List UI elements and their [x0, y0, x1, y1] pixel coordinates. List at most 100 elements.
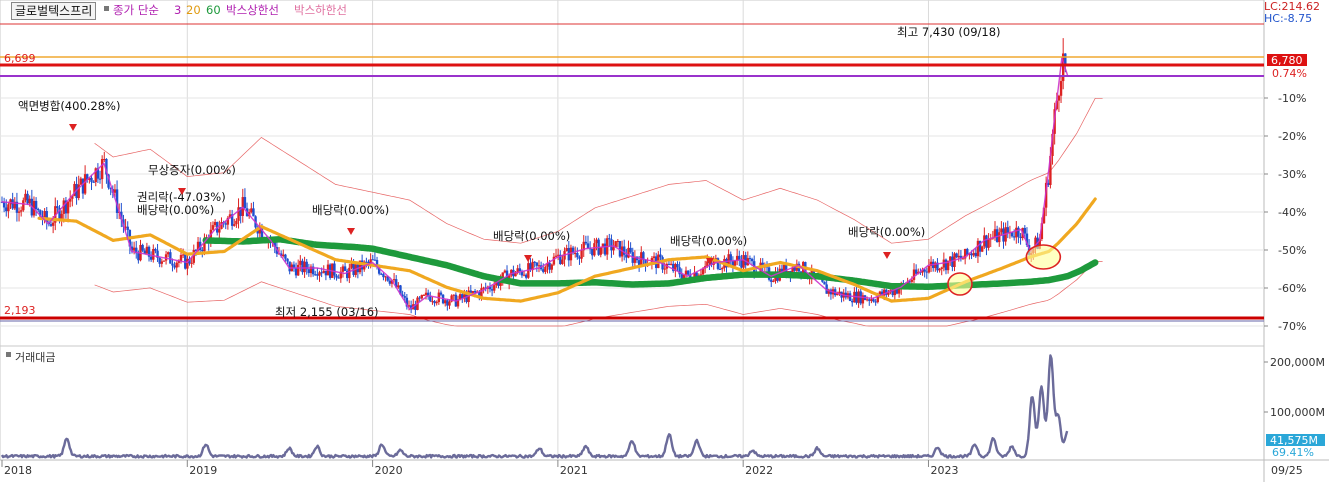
annotation-label: 배당락(0.00%)	[493, 229, 570, 243]
volume-legend[interactable]: 거래대금	[15, 349, 55, 365]
candle-body	[944, 259, 948, 271]
candle-body	[927, 265, 931, 273]
candle-body	[574, 253, 577, 255]
candle-body	[1017, 227, 1020, 237]
candle-body	[22, 200, 25, 211]
candle-body	[9, 199, 12, 205]
candle-body	[282, 254, 285, 257]
box-lower-value: 2,193	[4, 304, 36, 317]
ma-label[interactable]: 종가 단순	[113, 2, 159, 18]
candle-body	[522, 274, 526, 276]
candle-body	[154, 248, 157, 251]
candle-body	[294, 268, 298, 276]
candle-body	[480, 288, 483, 297]
candle-body	[233, 224, 236, 226]
box-upper-legend[interactable]: 박스상한선	[226, 2, 279, 18]
ma3-period[interactable]: 3	[174, 2, 181, 18]
candle-body	[435, 302, 438, 304]
candle-body	[895, 289, 899, 294]
annotation-label: 배당락(0.00%)	[670, 234, 747, 248]
candle-body	[337, 277, 340, 279]
stock-chart[interactable]: 6,699 2,193 6,7800.74% -10% -20% -30% -40% -50…	[0, 0, 1329, 482]
x-tick-label: 09/25	[1271, 464, 1303, 477]
candle-body	[113, 189, 117, 193]
candle-body	[380, 273, 383, 275]
candle-body	[218, 228, 221, 233]
candle-body	[49, 224, 53, 226]
pct-tick-label: -20%	[1278, 130, 1306, 143]
candle-body	[524, 274, 528, 278]
x-tick-label: 2018	[4, 464, 32, 477]
candle-body	[733, 260, 737, 266]
candle-body	[137, 253, 140, 261]
candle-body	[561, 259, 564, 264]
box-upper-value: 6,699	[4, 52, 36, 65]
box-lower-legend[interactable]: 박스하한선	[294, 2, 347, 18]
candle-body	[211, 225, 215, 230]
candle-body	[79, 178, 83, 185]
candle-body	[324, 270, 328, 276]
candle-body	[422, 294, 426, 296]
candle-body	[548, 262, 551, 270]
candle-body	[286, 258, 289, 262]
candle-body	[420, 295, 423, 299]
candle-body	[542, 269, 545, 272]
candle-body	[490, 289, 494, 291]
candle-body	[397, 285, 400, 288]
candle-body	[949, 256, 952, 261]
candle-body	[149, 256, 153, 260]
candle-body	[772, 281, 775, 283]
candle-body	[1019, 236, 1022, 239]
candle-body	[37, 208, 40, 211]
candle-body	[667, 263, 671, 265]
x-tick-label: 2019	[189, 464, 217, 477]
candle-body	[533, 261, 536, 263]
candle-body	[961, 258, 965, 260]
candle-body	[957, 255, 960, 258]
candle-body	[518, 268, 522, 272]
candle-body	[1006, 227, 1009, 233]
highlight-circle	[1025, 244, 1062, 270]
candle-body	[556, 254, 560, 256]
candle-body	[418, 297, 421, 299]
candle-body	[923, 269, 926, 272]
candle-body	[823, 281, 826, 285]
annotation-label: 최저 2,155 (03/16)	[275, 305, 379, 319]
candle-body	[335, 275, 338, 278]
candle-body	[126, 226, 129, 230]
x-tick-label: 2023	[930, 464, 958, 477]
volume-last-pct: 69.41%	[1272, 446, 1314, 459]
stock-name-box[interactable]: 글로벌텍스프리	[11, 2, 97, 20]
candle-body	[452, 294, 455, 296]
candle-body	[742, 255, 745, 268]
candle-body	[446, 300, 449, 306]
candle-body	[981, 246, 984, 252]
candle-body	[301, 260, 304, 273]
candle-body	[612, 247, 615, 251]
candle-body	[872, 299, 875, 302]
candle-body	[578, 257, 581, 259]
candle-body	[243, 197, 247, 209]
volume-tick-label: 100,000M	[1270, 406, 1325, 419]
pct-tick-label: -40%	[1278, 206, 1306, 219]
candle-body	[663, 268, 666, 270]
ma20-period[interactable]: 20	[186, 2, 201, 18]
candle-body	[160, 261, 164, 264]
candle-body	[985, 235, 988, 248]
candle-body	[284, 254, 287, 259]
candle-body	[90, 177, 93, 182]
candle-body	[699, 274, 703, 276]
pct-tick-label: -30%	[1278, 168, 1306, 181]
annotation-label: 최고 7,430 (09/18)	[897, 25, 1001, 39]
candle-body	[740, 260, 743, 268]
candle-body	[250, 208, 253, 213]
annotation-label: 배당락(0.00%)	[312, 203, 389, 217]
candle-body	[584, 241, 588, 244]
candle-body	[987, 239, 990, 248]
candle-body	[925, 271, 929, 273]
candle-body	[629, 247, 632, 253]
candle-body	[493, 285, 496, 291]
ma60-period[interactable]: 60	[206, 2, 221, 18]
candle-body	[972, 252, 975, 256]
candle-body	[424, 292, 428, 295]
